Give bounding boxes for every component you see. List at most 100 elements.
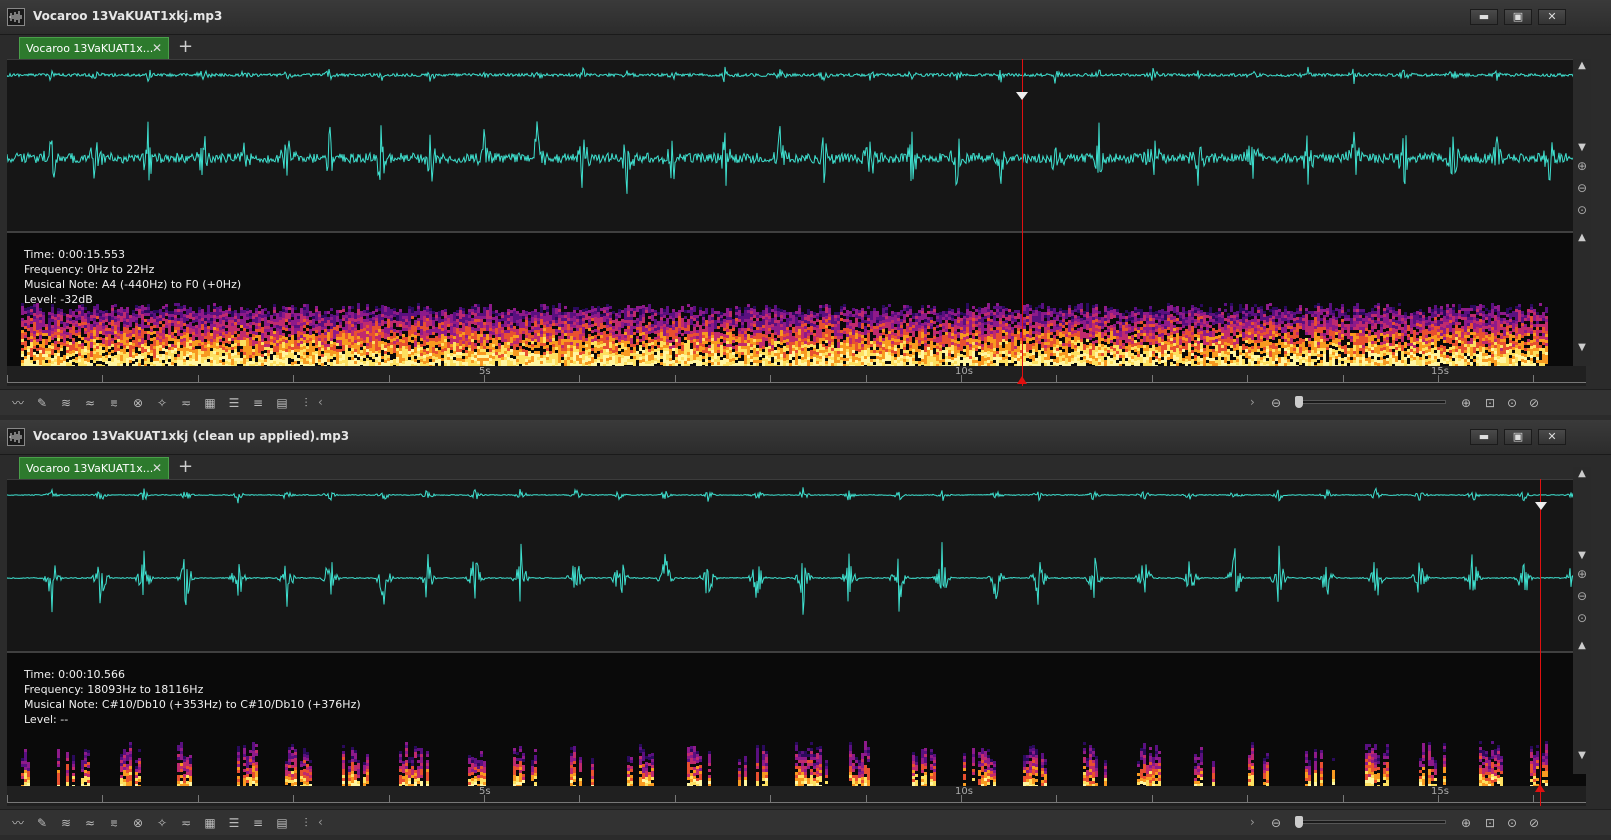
waveform-view[interactable] [6,59,1586,232]
close-button[interactable]: ✕ [1538,9,1566,25]
zoom-in-icon[interactable]: ⊕ [1456,814,1476,832]
waveform-settings-icon[interactable]: ≂ [176,814,196,832]
waveform-select-icon[interactable]: ≋ [56,394,76,412]
scroll-left-icon[interactable]: ‹ [318,815,323,829]
maximize-button[interactable]: ▣ [1504,429,1532,445]
time-ruler[interactable]: 5s 10s 15s [7,786,1586,806]
zoom-out-icon[interactable]: ⊖ [1266,394,1286,412]
file-tab-label: Vocaroo 13VaKUAT1x... [26,42,154,55]
scroll-up-icon[interactable]: ▲ [1573,231,1591,245]
file-tab[interactable]: Vocaroo 13VaKUAT1x... ✕ [19,457,169,479]
scroll-down-icon[interactable]: ▼ [1573,749,1591,763]
mixer-tool-icon[interactable]: ⫶ [296,814,316,832]
file-tab[interactable]: Vocaroo 13VaKUAT1x... ✕ [19,37,169,59]
zoom-in-icon[interactable]: ⊕ [1456,394,1476,412]
zoom-full-icon[interactable]: ⊙ [1502,394,1522,412]
scroll-down-icon[interactable]: ▼ [1573,549,1591,563]
playback-cursor[interactable] [1540,479,1541,806]
waveform-select-icon[interactable]: ≋ [56,814,76,832]
zoom-slider-thumb[interactable] [1295,816,1303,828]
waveform-tool-icon[interactable]: 〰 [8,394,28,412]
ruler-tick [579,375,581,383]
new-tab-icon[interactable]: + [178,36,193,57]
eq-tool-icon[interactable]: ≡ [248,814,268,832]
list-tool-icon[interactable]: ▤ [272,394,292,412]
waveform-settings-icon[interactable]: ≂ [176,394,196,412]
scroll-down-icon[interactable]: ▼ [1573,341,1591,355]
waveform-vscroll[interactable]: ▲ ▼ ⊕ ⊖ ⊙ [1573,59,1591,231]
scroll-down-icon[interactable]: ▼ [1573,141,1591,155]
spectrogram-view[interactable]: Time: 0:00:10.566 Frequency: 18093Hz to … [7,651,1586,786]
panel-titlebar[interactable]: Vocaroo 13VaKUAT1xkj.mp3 ▬ ▣ ✕ [0,0,1611,35]
ruler-baseline [7,382,1586,383]
magic-wand-icon[interactable]: ✧ [152,394,172,412]
waveform-edit-icon[interactable]: ≈ [80,814,100,832]
ruler-tick [1056,795,1058,803]
grid-tool-icon[interactable]: ▦ [200,394,220,412]
waveform-edit-icon[interactable]: ≈ [80,394,100,412]
cursor-marker-icon[interactable] [1535,502,1547,512]
tab-bar: Vocaroo 13VaKUAT1x... ✕ + [0,455,1611,479]
scroll-left-icon[interactable]: ‹ [318,395,323,409]
zoom-out-vertical-icon[interactable]: ⊖ [1573,589,1591,607]
waveform-vscroll[interactable]: ▲ ▼ ⊕ ⊖ ⊙ [1573,467,1591,639]
ruler-tick [1151,375,1153,383]
zoom-out-icon[interactable]: ⊖ [1266,814,1286,832]
scroll-up-icon[interactable]: ▲ [1573,639,1591,653]
waveform-tool-icon[interactable]: 〰 [8,814,28,832]
zoom-selection-icon[interactable]: ⊡ [1480,814,1500,832]
grid-tool-icon[interactable]: ▦ [200,814,220,832]
pencil-tool-icon[interactable]: ✎ [32,814,52,832]
lasso-tool-icon[interactable]: ⊗ [128,394,148,412]
pencil-tool-icon[interactable]: ✎ [32,394,52,412]
cursor-marker-icon[interactable] [1016,92,1028,102]
level-tool-icon[interactable]: ☰ [224,394,244,412]
scroll-up-icon[interactable]: ▲ [1573,59,1591,73]
level-tool-icon[interactable]: ☰ [224,814,244,832]
waveform-display[interactable] [6,60,1586,232]
waveform-view[interactable] [6,479,1586,652]
zoom-slider[interactable] [1295,816,1446,828]
scroll-right-icon[interactable]: › [1250,815,1255,829]
frequency-readout: Frequency: 18093Hz to 18116Hz [24,683,204,696]
spectrogram-vscroll[interactable]: ▲ ▼ [1573,639,1591,774]
waveform-split-icon[interactable]: ⩳ [104,394,124,412]
zoom-slider[interactable] [1295,396,1446,408]
zoom-out-vertical-icon[interactable]: ⊖ [1573,181,1591,199]
zoom-full-icon[interactable]: ⊙ [1502,814,1522,832]
magic-wand-icon[interactable]: ✧ [152,814,172,832]
eq-tool-icon[interactable]: ≡ [248,394,268,412]
zoom-in-vertical-icon[interactable]: ⊕ [1573,159,1591,177]
lasso-tool-icon[interactable]: ⊗ [128,814,148,832]
spectrogram-view[interactable]: Time: 0:00:15.553 Frequency: 0Hz to 22Hz… [7,231,1586,366]
waveform-split-icon[interactable]: ⩳ [104,814,124,832]
mixer-tool-icon[interactable]: ⫶ [296,394,316,412]
zoom-in-vertical-icon[interactable]: ⊕ [1573,567,1591,585]
minimize-button[interactable]: ▬ [1470,9,1498,25]
zoom-selection-icon[interactable]: ⊡ [1480,394,1500,412]
waveform-app-icon [7,428,25,446]
new-tab-icon[interactable]: + [178,456,193,477]
scroll-right-icon[interactable]: › [1250,395,1255,409]
spectrogram-display[interactable] [7,233,1586,366]
spectrogram-vscroll[interactable]: ▲ ▼ [1573,231,1591,366]
zoom-reset-icon[interactable]: ⊘ [1524,814,1544,832]
zoom-reset-icon[interactable]: ⊘ [1524,394,1544,412]
list-tool-icon[interactable]: ▤ [272,814,292,832]
zoom-slider-thumb[interactable] [1295,396,1303,408]
cursor-ruler-marker-icon[interactable] [1535,784,1545,792]
minimize-button[interactable]: ▬ [1470,429,1498,445]
panel-titlebar[interactable]: Vocaroo 13VaKUAT1xkj (clean up applied).… [0,420,1611,455]
cursor-ruler-marker-icon[interactable] [1017,376,1027,384]
close-button[interactable]: ✕ [1538,429,1566,445]
waveform-display[interactable] [6,480,1586,652]
tab-close-icon[interactable]: ✕ [152,461,162,475]
zoom-fit-vertical-icon[interactable]: ⊙ [1573,203,1591,221]
zoom-fit-vertical-icon[interactable]: ⊙ [1573,611,1591,629]
maximize-button[interactable]: ▣ [1504,9,1532,25]
time-ruler[interactable]: 5s 10s 15s [7,366,1586,386]
scroll-up-icon[interactable]: ▲ [1573,467,1591,481]
playback-cursor[interactable] [1022,59,1023,386]
tab-close-icon[interactable]: ✕ [152,41,162,55]
ruler-tick [1247,375,1249,383]
